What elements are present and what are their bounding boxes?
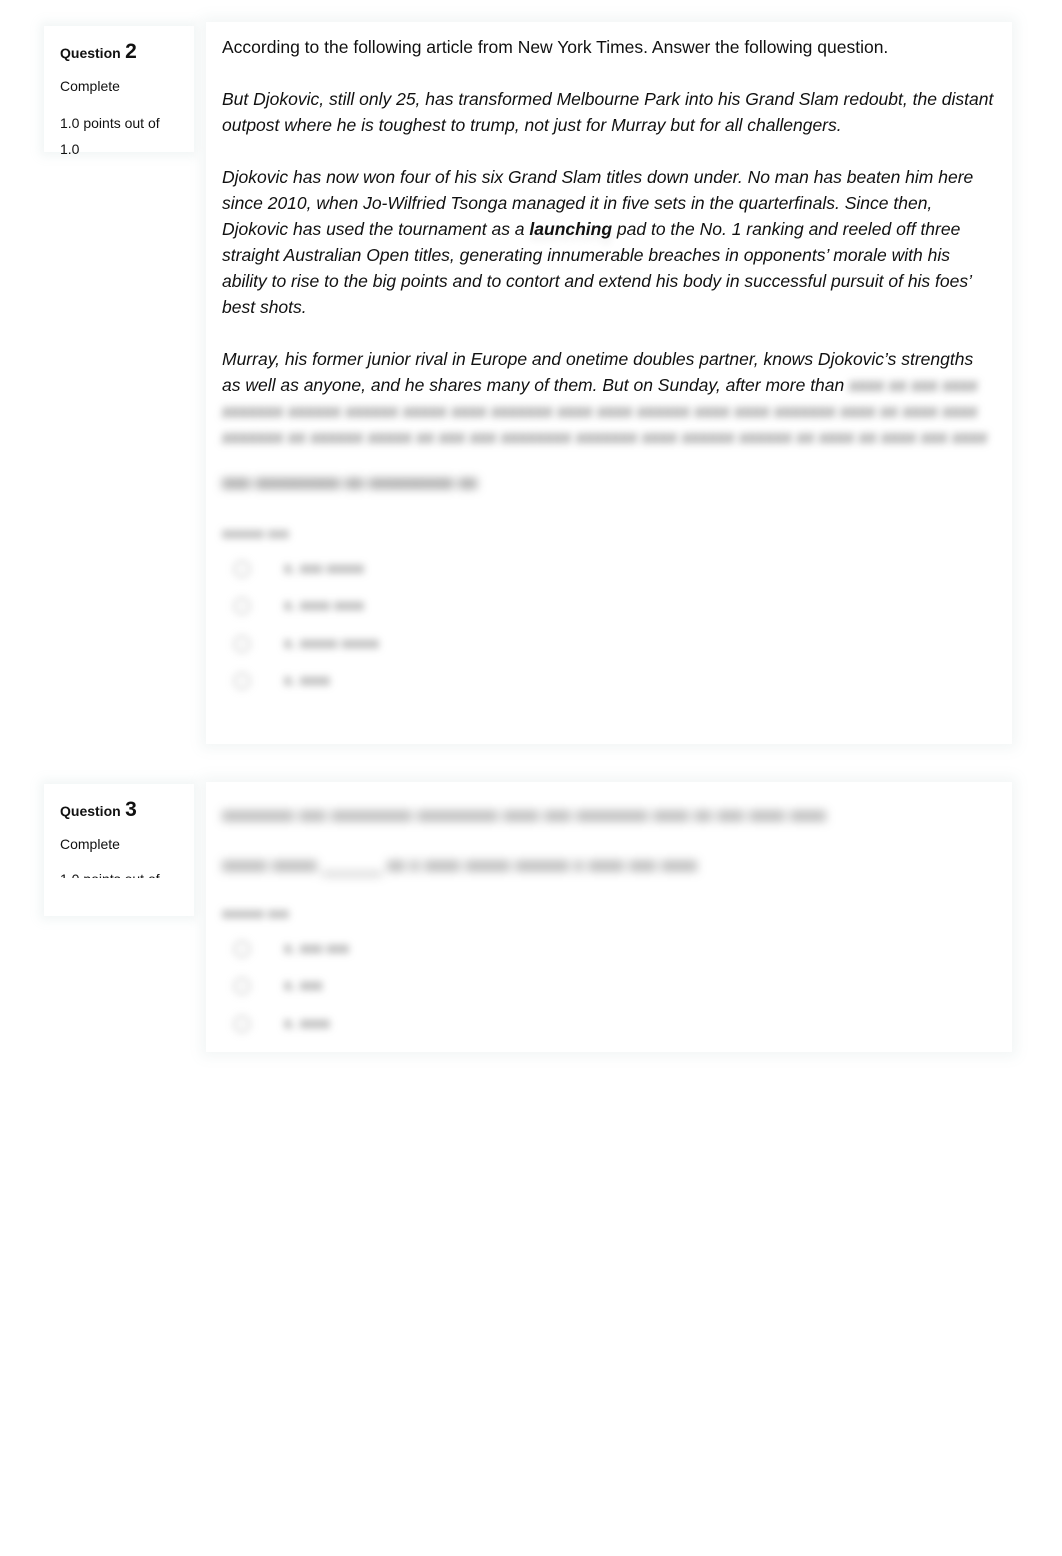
question-state: Complete: [60, 78, 120, 94]
select-one-label: xxxxxx xxx: [222, 905, 289, 921]
answer-option[interactable]: x. xxxx: [222, 1005, 996, 1043]
answer-text: x. xxx xxxxx: [284, 559, 365, 577]
question-intro: According to the following article from …: [222, 37, 889, 57]
radio-button[interactable]: [234, 598, 250, 615]
answer-option[interactable]: x. xxxx: [222, 663, 996, 701]
answer-text: x. xxxx: [284, 672, 330, 690]
question-state: Complete: [60, 836, 120, 852]
question-sentence: xxxxx xxxxx ______ xx x xxxx xxxxx xxxxx…: [222, 855, 698, 875]
highlighted-word: launching: [529, 219, 613, 239]
answer-text: x. xxxxx xxxxx: [284, 634, 380, 652]
answer-option[interactable]: x. xxx xxxxx: [222, 550, 996, 588]
radio-button[interactable]: [234, 940, 250, 957]
question-number: 2: [125, 40, 137, 63]
answer-option[interactable]: x. xxx: [222, 968, 996, 1006]
answer-option[interactable]: x. xxx xxx: [222, 930, 996, 968]
answer-text: x. xxx: [284, 977, 323, 995]
question-2-info: Question 2 Complete 1.0 points out of 1.…: [44, 26, 194, 157]
question-3-content: xxxxxxxx xxx xxxxxxxxx xxxxxxxxx xxxx xx…: [206, 782, 1012, 1052]
radio-button[interactable]: [234, 560, 250, 577]
answer-text: x. xxxx xxxx: [284, 597, 365, 615]
answer-list: x. xxx xxx x. xxx x. xxxx: [222, 930, 996, 1043]
article-paragraph-1: But Djokovic, still only 25, has transfo…: [222, 89, 994, 135]
question-2-content: According to the following article from …: [206, 22, 1012, 744]
radio-button[interactable]: [234, 673, 250, 690]
answer-text: x. xxxx: [284, 1014, 330, 1032]
question-label: Question: [60, 803, 121, 819]
question-grade: 1.0 points out of 1.0: [60, 866, 178, 878]
answer-option[interactable]: x. xxxx xxxx: [222, 588, 996, 626]
radio-button[interactable]: [234, 1015, 250, 1032]
question-prompt: xxx xxxxxxxxx xx xxxxxxxxx xx: [222, 473, 478, 492]
radio-button[interactable]: [234, 978, 250, 995]
question-label: Question: [60, 45, 121, 61]
question-3-heading: Question 3: [60, 798, 178, 822]
question-grade: 1.0 points out of 1.0: [60, 115, 160, 157]
answer-option[interactable]: x. xxxxx xxxxx: [222, 625, 996, 663]
article-paragraph-3: Murray, his former junior rival in Europ…: [222, 346, 996, 450]
answer-text: x. xxx xxx: [284, 939, 350, 957]
question-3-info: Question 3 Complete 1.0 points out of 1.…: [44, 784, 194, 916]
article-paragraph-2: Djokovic has now won four of his six Gra…: [222, 164, 996, 320]
question-2-heading: Question 2: [60, 40, 178, 64]
radio-button[interactable]: [234, 635, 250, 652]
question-number: 3: [125, 798, 137, 821]
answer-list: x. xxx xxxxx x. xxxx xxxx x. xxxxx xxxxx…: [222, 550, 996, 700]
select-one-label: xxxxxx xxx: [222, 525, 289, 541]
question-prompt: xxxxxxxx xxx xxxxxxxxx xxxxxxxxx xxxx xx…: [222, 805, 827, 825]
